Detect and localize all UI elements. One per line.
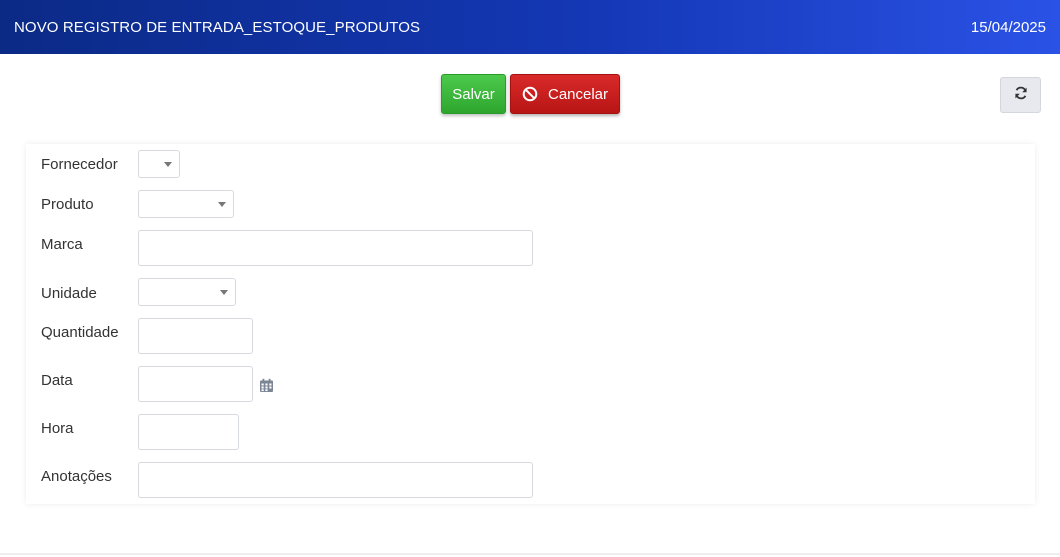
marca-input[interactable]: [138, 230, 533, 266]
produto-select[interactable]: [138, 190, 234, 218]
data-label: Data: [41, 372, 73, 389]
save-button-label: Salvar: [452, 85, 495, 103]
marca-label: Marca: [41, 236, 83, 253]
hora-row: Hora: [26, 414, 1035, 450]
date-input[interactable]: [138, 366, 253, 402]
produto-label: Produto: [41, 196, 94, 213]
ban-icon: [522, 86, 538, 102]
fornecedor-row: Fornecedor: [26, 150, 1035, 178]
produto-row: Produto: [26, 190, 1035, 218]
header-date: 15/04/2025: [970, 18, 1046, 36]
unidade-select[interactable]: [138, 278, 236, 306]
fornecedor-select[interactable]: [138, 150, 180, 178]
cancel-button-label: Cancelar: [547, 85, 609, 103]
unidade-row: Unidade: [26, 278, 1035, 306]
chevron-down-icon: [164, 162, 172, 167]
calendar-icon[interactable]: [259, 378, 274, 393]
refresh-button[interactable]: [1000, 77, 1041, 113]
hora-label: Hora: [41, 420, 74, 437]
quantidade-row: Quantidade: [26, 318, 1035, 354]
hora-input[interactable]: [138, 414, 239, 450]
footer-divider: [0, 553, 1060, 555]
anotacoes-label: Anotações: [41, 468, 112, 485]
quantidade-label: Quantidade: [41, 324, 119, 341]
save-button[interactable]: Salvar: [441, 74, 506, 114]
unidade-label: Unidade: [41, 285, 97, 302]
cancel-button[interactable]: Cancelar: [510, 74, 620, 114]
chevron-down-icon: [220, 290, 228, 295]
data-row: Data: [26, 366, 1035, 402]
anotacoes-input[interactable]: [138, 462, 533, 498]
refresh-icon: [1014, 86, 1028, 105]
chevron-down-icon: [218, 202, 226, 207]
app-header: NOVO REGISTRO DE ENTRADA_ESTOQUE_PRODUTO…: [0, 0, 1060, 54]
toolbar: Salvar Cancelar: [0, 74, 1060, 114]
marca-row: Marca: [26, 230, 1035, 266]
page-title: NOVO REGISTRO DE ENTRADA_ESTOQUE_PRODUTO…: [14, 18, 421, 36]
form-panel: Fornecedor Produto Marca Unidade Quantid…: [26, 144, 1035, 504]
anotacoes-row: Anotações: [26, 462, 1035, 498]
fornecedor-label: Fornecedor: [41, 156, 118, 173]
quantidade-input[interactable]: [138, 318, 253, 354]
